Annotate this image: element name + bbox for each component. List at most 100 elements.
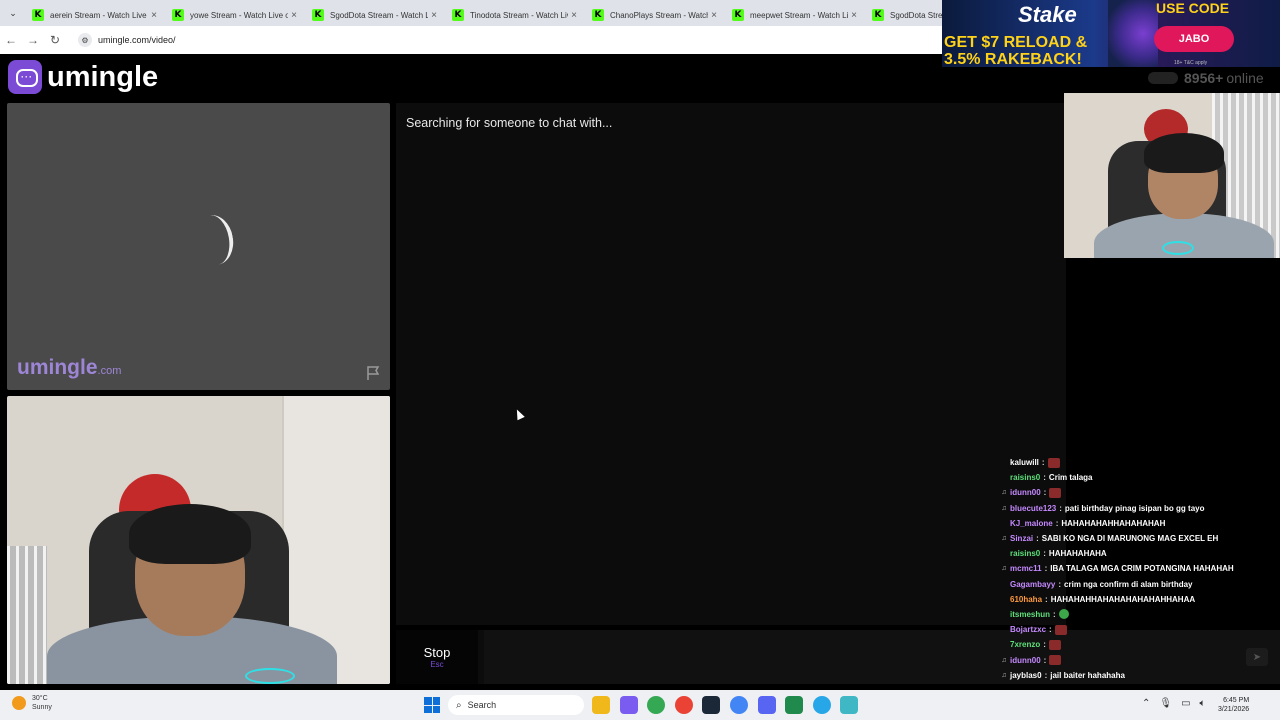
windows-start-icon[interactable] xyxy=(424,697,440,713)
site-logo[interactable]: ··· umingle xyxy=(8,60,158,94)
logo-text: umingle xyxy=(47,60,159,93)
taskbar-search[interactable]: ⌕ Search xyxy=(448,695,584,715)
chat-username[interactable]: raisins0 xyxy=(1010,473,1040,482)
kick-favicon-icon: K xyxy=(172,9,184,21)
telegram-icon[interactable] xyxy=(812,696,831,714)
sponsor-brand: Stake xyxy=(1018,2,1077,27)
chat-separator: : xyxy=(1045,594,1048,604)
chrome-alt-icon[interactable] xyxy=(729,696,748,714)
chat-log-panel: Searching for someone to chat with... xyxy=(396,103,1066,625)
chat-username[interactable]: bluecute123 xyxy=(1010,504,1056,513)
chat-separator: : xyxy=(1043,473,1046,483)
forward-icon[interactable]: → xyxy=(22,33,44,47)
stream-chat-message: ♫ Sinzai: SABI KO NGA DI MARUNONG MAG EXCE… xyxy=(1000,531,1280,546)
loading-spinner-icon xyxy=(190,212,238,268)
chat-message-text: crim nga confirm di alam birthday xyxy=(1064,579,1193,589)
reload-icon[interactable]: ↻ xyxy=(44,33,66,47)
app-alt-icon[interactable] xyxy=(840,696,859,714)
kick-favicon-icon: K xyxy=(32,9,44,21)
report-flag-icon[interactable] xyxy=(365,365,381,381)
tab-close-icon[interactable]: × xyxy=(428,10,440,21)
chat-separator: : xyxy=(1044,564,1048,574)
streamer-cam-hair xyxy=(1144,133,1224,173)
copilot-icon[interactable] xyxy=(619,696,638,714)
microphone-ring-light xyxy=(245,668,295,684)
chat-separator: : xyxy=(1043,549,1046,559)
kick-favicon-icon: K xyxy=(592,9,604,21)
tab-close-icon[interactable]: × xyxy=(848,10,860,21)
app-icon[interactable] xyxy=(785,696,804,714)
address-bar[interactable]: ⚙ umingle.com/video/ xyxy=(74,30,934,50)
watermark-text: umingle xyxy=(17,356,98,379)
weather-widget[interactable]: 30°C Sunny xyxy=(12,694,52,712)
browser-tab[interactable]: Kmeepwet Stream - Watch Li × xyxy=(726,4,866,26)
chat-username[interactable]: Gagambayy xyxy=(1010,580,1055,589)
tab-title: Tinodota Stream - Watch Liv xyxy=(470,10,568,20)
stream-chat-message: ♫ jayblas0: jail baiter hahahaha xyxy=(1000,668,1280,683)
chat-username[interactable]: Sinzai xyxy=(1010,534,1033,543)
tab-close-icon[interactable]: × xyxy=(288,10,300,21)
video-watermark: umingle.com xyxy=(17,356,121,380)
sponsor-banner[interactable]: Stake GET $7 RELOAD & 3.5% RAKEBACK! USE… xyxy=(942,0,1280,67)
tab-title: aerein Stream - Watch Live o xyxy=(50,10,148,20)
stream-chat-message: raisins0: Crim talaga xyxy=(1000,470,1280,485)
chat-message-text: HAHAHAHHAHAHAHAHAHAHHAHAA xyxy=(1050,594,1196,604)
chat-username[interactable]: KJ_malone xyxy=(1010,519,1053,528)
chat-username[interactable]: jayblas0 xyxy=(1010,671,1042,680)
tab-close-icon[interactable]: × xyxy=(148,10,160,21)
chat-username[interactable]: 610haha xyxy=(1010,595,1042,604)
stop-button[interactable]: Stop Esc xyxy=(396,630,478,684)
stream-chat-message: ♫ idunn00: xyxy=(1000,652,1280,667)
chat-username[interactable]: 7xrenzo xyxy=(1010,640,1040,649)
discord-icon[interactable] xyxy=(757,696,776,714)
use-code-label: USE CODE xyxy=(1156,0,1230,16)
stream-chat-overlay: kaluwill: raisins0: Crim talaga ♫ idunn00: ♫ b… xyxy=(1000,455,1280,689)
chat-username[interactable]: itsmeshun xyxy=(1010,610,1050,619)
stranger-video-panel: umingle.com xyxy=(7,103,390,390)
tab-title: yowe Stream - Watch Live on xyxy=(190,10,288,20)
chat-badge-icon: ♫ xyxy=(1001,504,1007,512)
file-explorer-icon[interactable] xyxy=(592,696,610,714)
browser-tab[interactable]: K SgodDota Stream - Watch Li × xyxy=(306,4,446,26)
chat-username[interactable]: raisins0 xyxy=(1010,549,1040,558)
stream-chat-message: KJ_malone: HAHAHAHAHHAHAHAHAH xyxy=(1000,516,1280,531)
steam-icon[interactable] xyxy=(702,696,721,714)
site-info-icon[interactable]: ⚙ xyxy=(78,33,92,47)
tab-close-icon[interactable]: × xyxy=(708,10,720,21)
browser-tab[interactable]: K Tinodota Stream - Watch Liv × xyxy=(446,4,586,26)
chat-message-text: jail baiter hahahaha xyxy=(1050,670,1125,680)
stream-chat-message: ♫ idunn00: xyxy=(1000,485,1280,500)
kick-favicon-icon: K xyxy=(872,9,884,21)
browser-tab[interactable]: K ChanoPlays Stream - Watch × xyxy=(586,4,726,26)
microphone-icon[interactable]: 🎙︎ xyxy=(1159,698,1172,709)
tab-close-icon[interactable]: × xyxy=(568,10,580,21)
stream-chat-message: ♫ mcmc11: IBA TALAGA MGA CRIM POTANGINA HA… xyxy=(1000,561,1280,576)
chat-separator: : xyxy=(1049,625,1052,635)
chat-separator: : xyxy=(1055,518,1059,528)
stream-chat-message: 7xrenzo: xyxy=(1000,637,1280,652)
chrome-icon[interactable] xyxy=(647,696,666,714)
stop-button-shortcut: Esc xyxy=(430,660,444,669)
stream-chat-message: kaluwill: xyxy=(1000,455,1280,470)
tab-search-menu-button[interactable]: ⌄ xyxy=(0,0,26,26)
taskbar-clock[interactable]: 6:45 PM 3/21/2026 xyxy=(1218,696,1249,714)
chat-username[interactable]: kaluwill xyxy=(1010,458,1039,467)
volume-icon[interactable]: 🔈︎ xyxy=(1200,698,1206,709)
browser-tab[interactable]: Kyowe Stream - Watch Live on × xyxy=(166,4,306,26)
chevron-up-icon[interactable]: ⌃ xyxy=(1142,698,1150,709)
system-tray: ⌃ 🎙︎ ▭ 🔈︎ xyxy=(1142,698,1215,709)
chat-username[interactable]: idunn00 xyxy=(1010,488,1041,497)
chat-emote-icon xyxy=(1058,609,1069,620)
chat-separator: : xyxy=(1053,609,1056,619)
back-icon[interactable]: ← xyxy=(0,33,22,47)
sponsor-graphic xyxy=(1108,0,1158,67)
chat-username[interactable]: Bojartzxc xyxy=(1010,625,1046,634)
chat-badge-icon: ♫ xyxy=(1001,656,1007,664)
chat-separator: : xyxy=(1044,670,1048,680)
chat-username[interactable]: idunn00 xyxy=(1010,656,1041,665)
browser-tab[interactable]: Kaerein Stream - Watch Live o × xyxy=(26,4,166,26)
chrome-profile-icon[interactable] xyxy=(674,696,693,714)
chat-username[interactable]: mcmc11 xyxy=(1010,564,1042,573)
network-icon[interactable]: ▭ xyxy=(1181,698,1190,709)
streamer-webcam-overlay xyxy=(1064,93,1280,258)
